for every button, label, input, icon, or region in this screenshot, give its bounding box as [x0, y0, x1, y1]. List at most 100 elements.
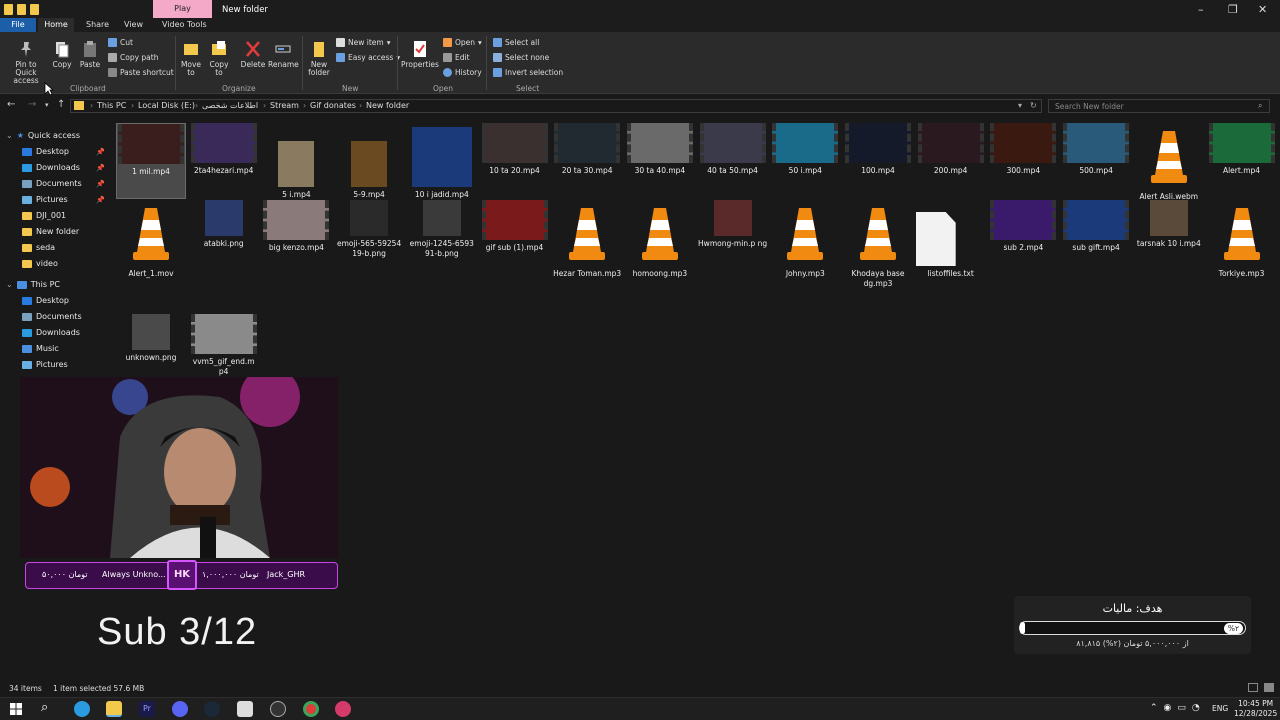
nav-qa-downloads[interactable]: Downloads	[22, 163, 80, 172]
file-tile[interactable]: sub 2.mp4	[988, 200, 1058, 290]
file-tile[interactable]: emoji-565-59254 19-b.png	[334, 200, 404, 290]
edge-icon[interactable]	[74, 701, 90, 717]
recent-locations-chevron-icon[interactable]: ▾	[45, 101, 49, 109]
clock[interactable]: 10:45 PM 12/28/2025	[1234, 699, 1277, 719]
file-tile[interactable]: Johny.mp3	[770, 200, 840, 290]
tab-home[interactable]: Home	[38, 18, 74, 32]
obs-icon[interactable]	[270, 701, 286, 717]
windows-start-icon[interactable]	[10, 703, 22, 715]
nav-qa-video[interactable]: video	[22, 259, 58, 268]
file-explorer-icon[interactable]	[106, 701, 122, 717]
file-tile[interactable]: Hezar Toman.mp3	[552, 200, 622, 290]
paste-button[interactable]: Paste	[78, 40, 102, 69]
nav-qa-desktop[interactable]: Desktop	[22, 147, 69, 156]
file-tile[interactable]: atabki.png	[189, 200, 259, 290]
file-tile[interactable]: emoji-1245-6593 91-b.png	[407, 200, 477, 290]
file-tile[interactable]: 2ta4hezari.mp4	[189, 123, 259, 199]
file-tile[interactable]: Alert Asli.webm	[1134, 123, 1204, 201]
refresh-icon[interactable]: ↻	[1030, 101, 1037, 110]
breadcrumb-stream[interactable]: Stream	[270, 101, 299, 110]
nav-pc-pictures[interactable]: Pictures	[22, 360, 68, 369]
breadcrumb-local-disk[interactable]: Local Disk (E:)	[138, 101, 195, 110]
large-icons-view-icon[interactable]	[1264, 683, 1274, 692]
chrome-icon[interactable]	[303, 701, 319, 717]
edit-button[interactable]: Edit	[443, 53, 470, 62]
file-tile[interactable]: 40 ta 50.mp4	[698, 123, 768, 199]
up-arrow-icon[interactable]: ↑	[57, 99, 65, 110]
copy-to-button[interactable]: Copy to	[206, 40, 232, 77]
easy-access-button[interactable]: Easy access ▾	[336, 53, 400, 62]
file-tile[interactable]: listoffiles.txt	[915, 200, 986, 290]
nav-qa-pictures[interactable]: Pictures	[22, 195, 68, 204]
nav-pc-music[interactable]: Music	[22, 344, 59, 353]
move-to-button[interactable]: Move to	[178, 40, 204, 77]
cut-button[interactable]: Cut	[108, 38, 133, 47]
quick-access-toolbar[interactable]	[4, 4, 39, 15]
file-tile[interactable]: 100.mp4	[843, 123, 913, 199]
back-arrow-icon[interactable]: ←	[7, 99, 15, 110]
file-tile[interactable]: 500.mp4	[1061, 123, 1131, 199]
file-tile[interactable]: big kenzo.mp4	[261, 200, 331, 290]
breadcrumb-new-folder[interactable]: New folder	[366, 101, 409, 110]
file-tile[interactable]: gif sub (1).mp4	[480, 200, 550, 290]
file-tile[interactable]: 10 ta 20.mp4	[480, 123, 550, 199]
tab-video-tools[interactable]: Video Tools	[162, 20, 207, 29]
nav-qa-new-folder[interactable]: New folder	[22, 227, 79, 236]
nav-qa-documents[interactable]: Documents	[22, 179, 82, 188]
file-tile[interactable]: Torkiye.mp3	[1207, 200, 1277, 290]
breadcrumb-gif-donates[interactable]: Gif donates	[310, 101, 356, 110]
steam-icon[interactable]	[204, 701, 220, 717]
file-tile[interactable]: 200.mp4	[916, 123, 986, 199]
tab-file[interactable]: File	[0, 18, 36, 32]
search-icon[interactable]: ⌕	[41, 700, 48, 715]
nav-pc-desktop[interactable]: Desktop	[22, 296, 69, 305]
breadcrumb-this-pc[interactable]: This PC	[97, 101, 126, 110]
premiere-pro-icon[interactable]: Pr	[139, 701, 155, 717]
nav-this-pc[interactable]: ⌄ This PC	[6, 280, 60, 289]
tab-view[interactable]: View	[124, 20, 143, 29]
new-item-button[interactable]: New item ▾	[336, 38, 390, 47]
file-tile[interactable]: 300.mp4	[988, 123, 1058, 199]
file-tile[interactable]: tarsnak 10 i.mp4	[1134, 200, 1204, 290]
invert-selection-button[interactable]: Invert selection	[493, 68, 563, 77]
pin-quick-access-button[interactable]: Pin to Quick access	[4, 40, 48, 85]
file-tile[interactable]: 5-9.mp4	[334, 123, 404, 199]
copy-button[interactable]: Copy	[50, 40, 74, 69]
nav-pc-documents[interactable]: Documents	[22, 312, 82, 321]
restore-icon[interactable]: ❐	[1228, 3, 1238, 16]
app-icon[interactable]	[335, 701, 351, 717]
play-context-tab[interactable]: Play	[153, 0, 212, 18]
file-tile[interactable]: Khodaya base dg.mp3	[843, 200, 913, 290]
details-view-icon[interactable]	[1248, 683, 1258, 692]
delete-button[interactable]: Delete	[240, 40, 266, 69]
nav-pc-downloads[interactable]: Downloads	[22, 328, 80, 337]
history-button[interactable]: History	[443, 68, 482, 77]
file-tile[interactable]: 50 i.mp4	[770, 123, 840, 199]
file-tile[interactable]: 20 ta 30.mp4	[552, 123, 622, 199]
breadcrumb-personal-info[interactable]: اطلاعات شخصی	[202, 101, 258, 110]
rename-button[interactable]: Rename	[268, 40, 299, 69]
file-tile[interactable]: Alert.mp4	[1207, 123, 1277, 199]
file-tile[interactable]: 1 mil.mp4	[116, 123, 186, 199]
language-indicator[interactable]: ENG	[1212, 704, 1228, 713]
new-folder-button[interactable]: New folder	[306, 40, 332, 77]
file-tile[interactable]: homoong.mp3	[625, 200, 695, 290]
nav-quick-access[interactable]: ⌄ ★ Quick access	[6, 131, 80, 140]
properties-button[interactable]: Properties	[401, 40, 439, 69]
address-dropdown-icon[interactable]: ▾	[1018, 101, 1022, 110]
nav-qa-dji[interactable]: DJI_001	[22, 211, 66, 220]
search-input[interactable]: Search New folder	[1048, 99, 1270, 113]
select-none-button[interactable]: Select none	[493, 53, 549, 62]
file-tile[interactable]: 10 i jadid.mp4	[407, 123, 477, 199]
tab-share[interactable]: Share	[86, 20, 109, 29]
copy-path-button[interactable]: Copy path	[108, 53, 158, 62]
open-button[interactable]: Open ▾	[443, 38, 482, 47]
minimize-icon[interactable]: –	[1198, 3, 1204, 16]
discord-icon[interactable]	[172, 701, 188, 717]
system-tray-icons[interactable]: ⌃◉▭◔	[1150, 703, 1206, 713]
file-tile[interactable]: Hwmong-min.p ng	[698, 200, 768, 290]
forward-arrow-icon[interactable]: →	[28, 99, 36, 110]
file-tile[interactable]: 30 ta 40.mp4	[625, 123, 695, 199]
paste-shortcut-button[interactable]: Paste shortcut	[108, 68, 174, 77]
select-all-button[interactable]: Select all	[493, 38, 539, 47]
